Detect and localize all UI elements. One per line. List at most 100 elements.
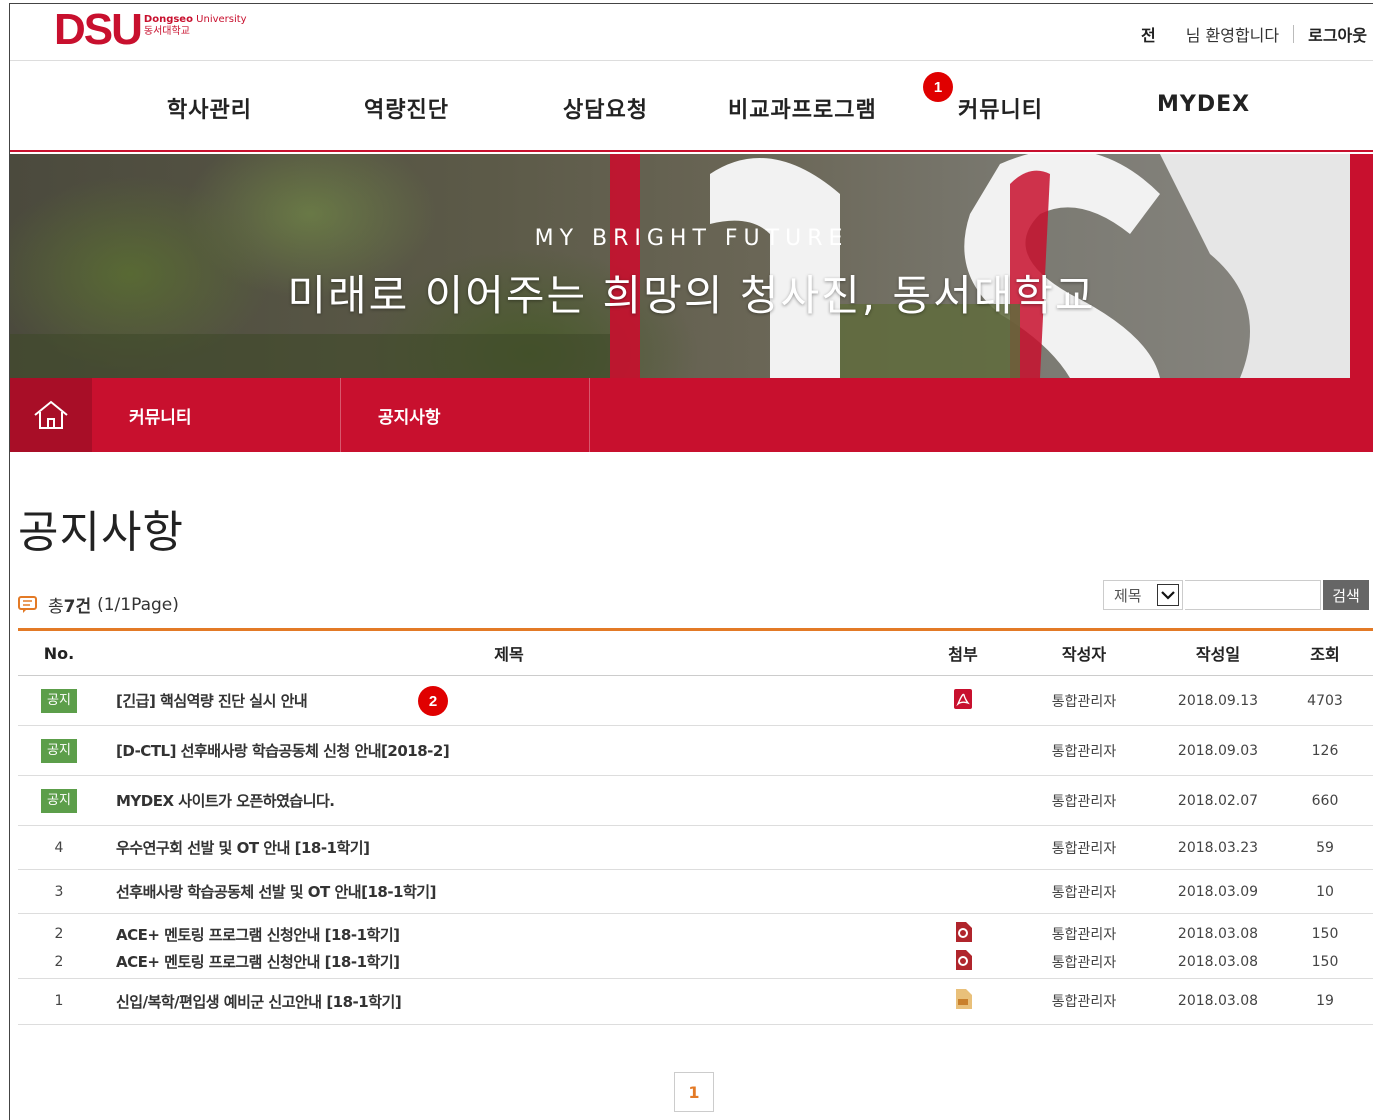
chevron-down-icon[interactable]	[1157, 584, 1179, 606]
doc-file-icon[interactable]	[954, 989, 972, 1009]
row-title-link[interactable]: MYDEX 사이트가 오픈하였습니다.	[116, 792, 335, 810]
row-views: 150	[1311, 926, 1339, 942]
row-title-cell: [D-CTL] 선후배사랑 학습공동체 신청 안내[2018-2]	[100, 725, 918, 776]
annotation-badge-2: 2	[418, 686, 448, 716]
row-date: 2018.03.23	[1160, 825, 1276, 870]
row-title-link[interactable]: ACE+ 멘토링 프로그램 신청안내 [18-1학기]	[116, 953, 400, 971]
row-attach[interactable]	[918, 675, 1008, 726]
row-author: 통합관리자	[1008, 869, 1160, 914]
row-title-cell: [긴급] 핵심역량 진단 실시 안내 2	[100, 675, 918, 726]
col-date: 작성일	[1160, 629, 1276, 676]
hwp-file-icon[interactable]	[954, 949, 972, 970]
row-attach[interactable]	[918, 914, 1008, 947]
row-date: 2018.03.09	[1160, 869, 1276, 914]
row-date: 2018.03.08	[1160, 946, 1276, 979]
pdf-file-icon[interactable]	[954, 688, 972, 709]
col-title: 제목	[100, 629, 918, 676]
row-date: 2018.09.03	[1160, 725, 1276, 776]
hwp-file-icon[interactable]	[954, 922, 972, 942]
logo-en-bold: Dongseo	[143, 14, 193, 25]
total-count: 총 7건 (1/1Page)	[18, 592, 179, 617]
row-no: 4	[18, 825, 100, 870]
breadcrumb: 커뮤니티 공지사항	[10, 378, 1373, 452]
row-title-cell: 신입/복학/편입생 예비군 신고안내 [18-1학기]	[100, 978, 918, 1025]
row-date: 2018.03.08	[1160, 978, 1276, 1025]
row-title-cell: ACE+ 멘토링 프로그램 신청안내 [18-1학기]	[100, 946, 918, 979]
notice-tag: 공지	[41, 688, 77, 713]
breadcrumb-divider	[340, 378, 341, 452]
row-author: 통합관리자	[1008, 775, 1160, 826]
nav-item-counseling[interactable]: 상담요청	[563, 92, 648, 124]
search-button[interactable]: 검색	[1323, 580, 1369, 610]
search-input[interactable]	[1185, 580, 1321, 610]
logout-link[interactable]: 로그아웃	[1308, 22, 1367, 46]
hero-title: 미래로 이어주는 희망의 청사진, 동서대학교	[287, 271, 1096, 320]
search-field-select[interactable]: 제목	[1103, 580, 1183, 610]
row-author: 통합관리자	[1008, 675, 1160, 726]
row-attach	[918, 775, 1008, 826]
table-row[interactable]: 2 ACE+ 멘토링 프로그램 신청안내 [18-1학기] 통합관리자 2018…	[18, 914, 1373, 947]
row-no: 2	[54, 926, 64, 942]
table-row[interactable]: 공지 [긴급] 핵심역량 진단 실시 안내 2 통합관리자 2018.09.13…	[18, 675, 1373, 726]
row-attach[interactable]	[918, 978, 1008, 1025]
breadcrumb-notice[interactable]: 공지사항	[378, 378, 441, 452]
table-row[interactable]: 공지 [D-CTL] 선후배사랑 학습공동체 신청 안내[2018-2] 통합관…	[18, 725, 1373, 776]
row-views: 126	[1276, 725, 1373, 776]
logo-mark: DSU	[54, 5, 143, 54]
row-views: 10	[1276, 869, 1373, 914]
logo-ko: 동서대학교	[143, 26, 190, 37]
annotation-badge-1: 1	[923, 72, 953, 102]
nav-item-academic[interactable]: 학사관리	[167, 92, 252, 124]
nav-item-competency[interactable]: 역량진단	[364, 92, 449, 124]
hero-banner: MY BRIGHT FUTURE 미래로 이어주는 희망의 청사진, 동서대학교	[10, 154, 1373, 378]
row-no: 1	[18, 978, 100, 1025]
row-title-link[interactable]: 선후배사랑 학습공동체 선발 및 OT 안내[18-1학기]	[116, 883, 436, 901]
page-frame: DSU Dongseo University 동서대학교 전 님 환영합니다 로…	[9, 3, 1373, 1120]
col-no: No.	[18, 629, 100, 676]
table-row[interactable]: 4 우수연구회 선발 및 OT 안내 [18-1학기] 통합관리자 2018.0…	[18, 825, 1373, 870]
table-row[interactable]: 공지 MYDEX 사이트가 오픈하였습니다. 통합관리자 2018.02.07 …	[18, 775, 1373, 826]
breadcrumb-home[interactable]	[10, 378, 92, 452]
row-views: 4703	[1276, 675, 1373, 726]
table-row[interactable]: 2 ACE+ 멘토링 프로그램 신청안내 [18-1학기] 통합관리자 2018…	[18, 946, 1373, 979]
notice-tag: 공지	[41, 738, 77, 763]
table-header-row: No. 제목 첨부 작성자 작성일 조회	[18, 629, 1373, 676]
notice-tag: 공지	[41, 788, 77, 813]
main-nav: 학사관리 역량진단 상담요청 비교과프로그램 커뮤니티 MYDEX 1	[10, 62, 1373, 152]
row-title-link[interactable]: 우수연구회 선발 및 OT 안내 [18-1학기]	[116, 839, 370, 857]
row-date: 2018.09.13	[1160, 675, 1276, 726]
row-title-link[interactable]: [D-CTL] 선후배사랑 학습공동체 신청 안내[2018-2]	[116, 742, 450, 760]
dsu-logo[interactable]: DSU Dongseo University 동서대학교	[54, 5, 247, 54]
row-attach	[918, 869, 1008, 914]
row-attach	[918, 725, 1008, 776]
row-title-link[interactable]: ACE+ 멘토링 프로그램 신청안내 [18-1학기]	[116, 926, 400, 944]
speech-bubble-icon	[18, 595, 37, 613]
row-title-cell: MYDEX 사이트가 오픈하였습니다.	[100, 775, 918, 826]
total-number: 7건	[63, 597, 92, 617]
logo-text: Dongseo University 동서대학교	[144, 14, 247, 38]
row-title-link[interactable]: [긴급] 핵심역량 진단 실시 안내	[116, 692, 308, 710]
search-field-value: 제목	[1114, 586, 1142, 605]
nav-item-mydex[interactable]: MYDEX	[1157, 92, 1250, 117]
row-no: 3	[18, 869, 100, 914]
user-area: 전 님 환영합니다 로그아웃	[1141, 22, 1367, 46]
row-attach	[918, 825, 1008, 870]
row-title-link[interactable]: 신입/복학/편입생 예비군 신고안내 [18-1학기]	[116, 993, 402, 1011]
table-row[interactable]: 1 신입/복학/편입생 예비군 신고안내 [18-1학기] 통합관리자 2018…	[18, 978, 1373, 1025]
row-no: 공지	[18, 725, 100, 776]
row-attach[interactable]	[918, 946, 1008, 979]
row-no: 공지	[18, 775, 100, 826]
breadcrumb-community[interactable]: 커뮤니티	[129, 378, 192, 452]
nav-item-extracurricular[interactable]: 비교과프로그램	[728, 92, 877, 124]
row-author: 통합관리자	[1008, 825, 1160, 870]
pagination-page-1[interactable]: 1	[674, 1072, 714, 1112]
row-author: 통합관리자	[1008, 946, 1160, 979]
notice-table: No. 제목 첨부 작성자 작성일 조회 공지 [긴급] 핵심역량 진단 실시 …	[18, 628, 1373, 1025]
home-icon	[34, 400, 68, 429]
nav-item-community[interactable]: 커뮤니티	[958, 92, 1043, 124]
page-indicator: (1/1Page)	[97, 594, 179, 615]
table-row[interactable]: 3 선후배사랑 학습공동체 선발 및 OT 안내[18-1학기] 통합관리자 2…	[18, 869, 1373, 914]
top-bar: DSU Dongseo University 동서대학교 전 님 환영합니다 로…	[10, 4, 1373, 61]
row-views: 660	[1276, 775, 1373, 826]
divider	[1293, 25, 1295, 43]
